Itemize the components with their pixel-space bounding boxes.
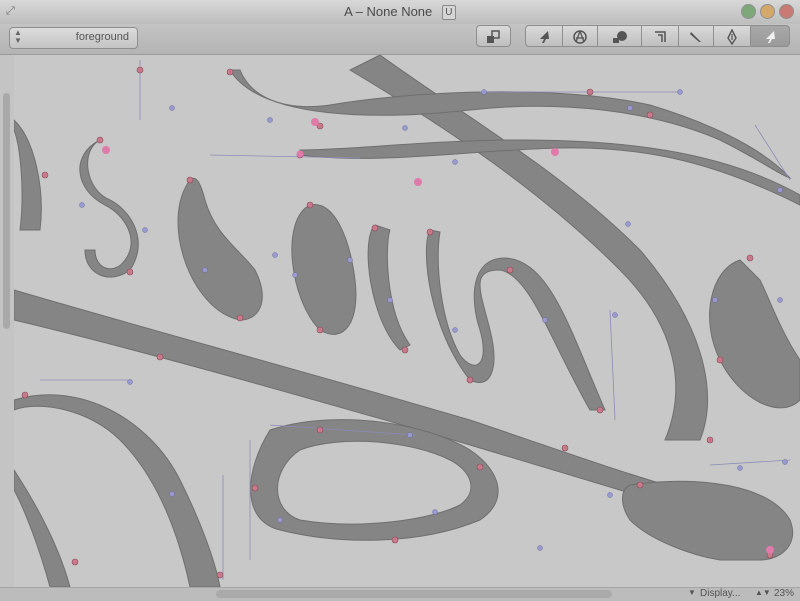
rotate-icon <box>573 30 587 44</box>
layers-icon <box>486 30 500 43</box>
toolbar: ▲ ▼ foreground <box>0 24 800 55</box>
tool-layers[interactable] <box>476 25 511 47</box>
close-window-button[interactable] <box>779 4 794 19</box>
horizontal-scroll-thumb[interactable] <box>216 590 612 598</box>
left-stroke-bottom <box>14 469 71 587</box>
zoom-window-button[interactable] <box>741 4 756 19</box>
display-menu[interactable]: Display... <box>700 588 740 599</box>
shapes-icon <box>612 31 627 43</box>
pen-icon <box>727 28 737 46</box>
tool-knife[interactable] <box>678 25 714 47</box>
display-menu-arrow-icon[interactable]: ▼ <box>688 588 696 597</box>
layer-select-value: foreground <box>75 31 129 43</box>
letter-n <box>425 229 606 411</box>
tool-pointer[interactable] <box>750 25 790 47</box>
unicode-badge[interactable]: U <box>441 5 456 21</box>
status-bar: ▼ Display... ▲▼ 23% <box>0 587 800 601</box>
vertical-scroll-thumb[interactable] <box>3 93 10 329</box>
glyph-outline-canvas[interactable] <box>14 55 800 587</box>
tool-pointer-alt[interactable] <box>525 25 563 47</box>
minimize-window-button[interactable] <box>760 4 775 19</box>
zoom-stepper-icon[interactable]: ▲▼ <box>755 588 771 597</box>
corner-icon <box>655 31 666 42</box>
left-edge-curve <box>14 119 42 231</box>
select-arrows-icon: ▲ ▼ <box>14 28 22 45</box>
window-title-text: A – None None <box>344 4 433 19</box>
letter-e <box>177 177 263 321</box>
pointer-active-icon <box>766 31 775 43</box>
tool-shapes[interactable] <box>597 25 642 47</box>
letter-i <box>367 224 411 351</box>
knife-icon <box>690 32 701 42</box>
letter-s <box>79 139 139 278</box>
tool-corner[interactable] <box>641 25 679 47</box>
right-bowl <box>709 259 800 409</box>
letter-o <box>291 204 357 335</box>
pointer-icon <box>540 31 549 43</box>
tool-pen[interactable] <box>713 25 751 47</box>
window-title: A – None None U <box>0 4 800 21</box>
tool-rotate[interactable] <box>562 25 598 47</box>
title-bar: ⤢ A – None None U <box>0 0 800 25</box>
glyph-canvas[interactable] <box>14 55 800 587</box>
layer-select[interactable]: ▲ ▼ foreground <box>9 27 138 49</box>
zoom-level[interactable]: 23% <box>774 588 794 599</box>
vertical-scrollbar[interactable] <box>0 55 15 587</box>
font-editor-window: ⤢ A – None None U ▲ ▼ foreground ▼ Displ… <box>0 0 800 601</box>
